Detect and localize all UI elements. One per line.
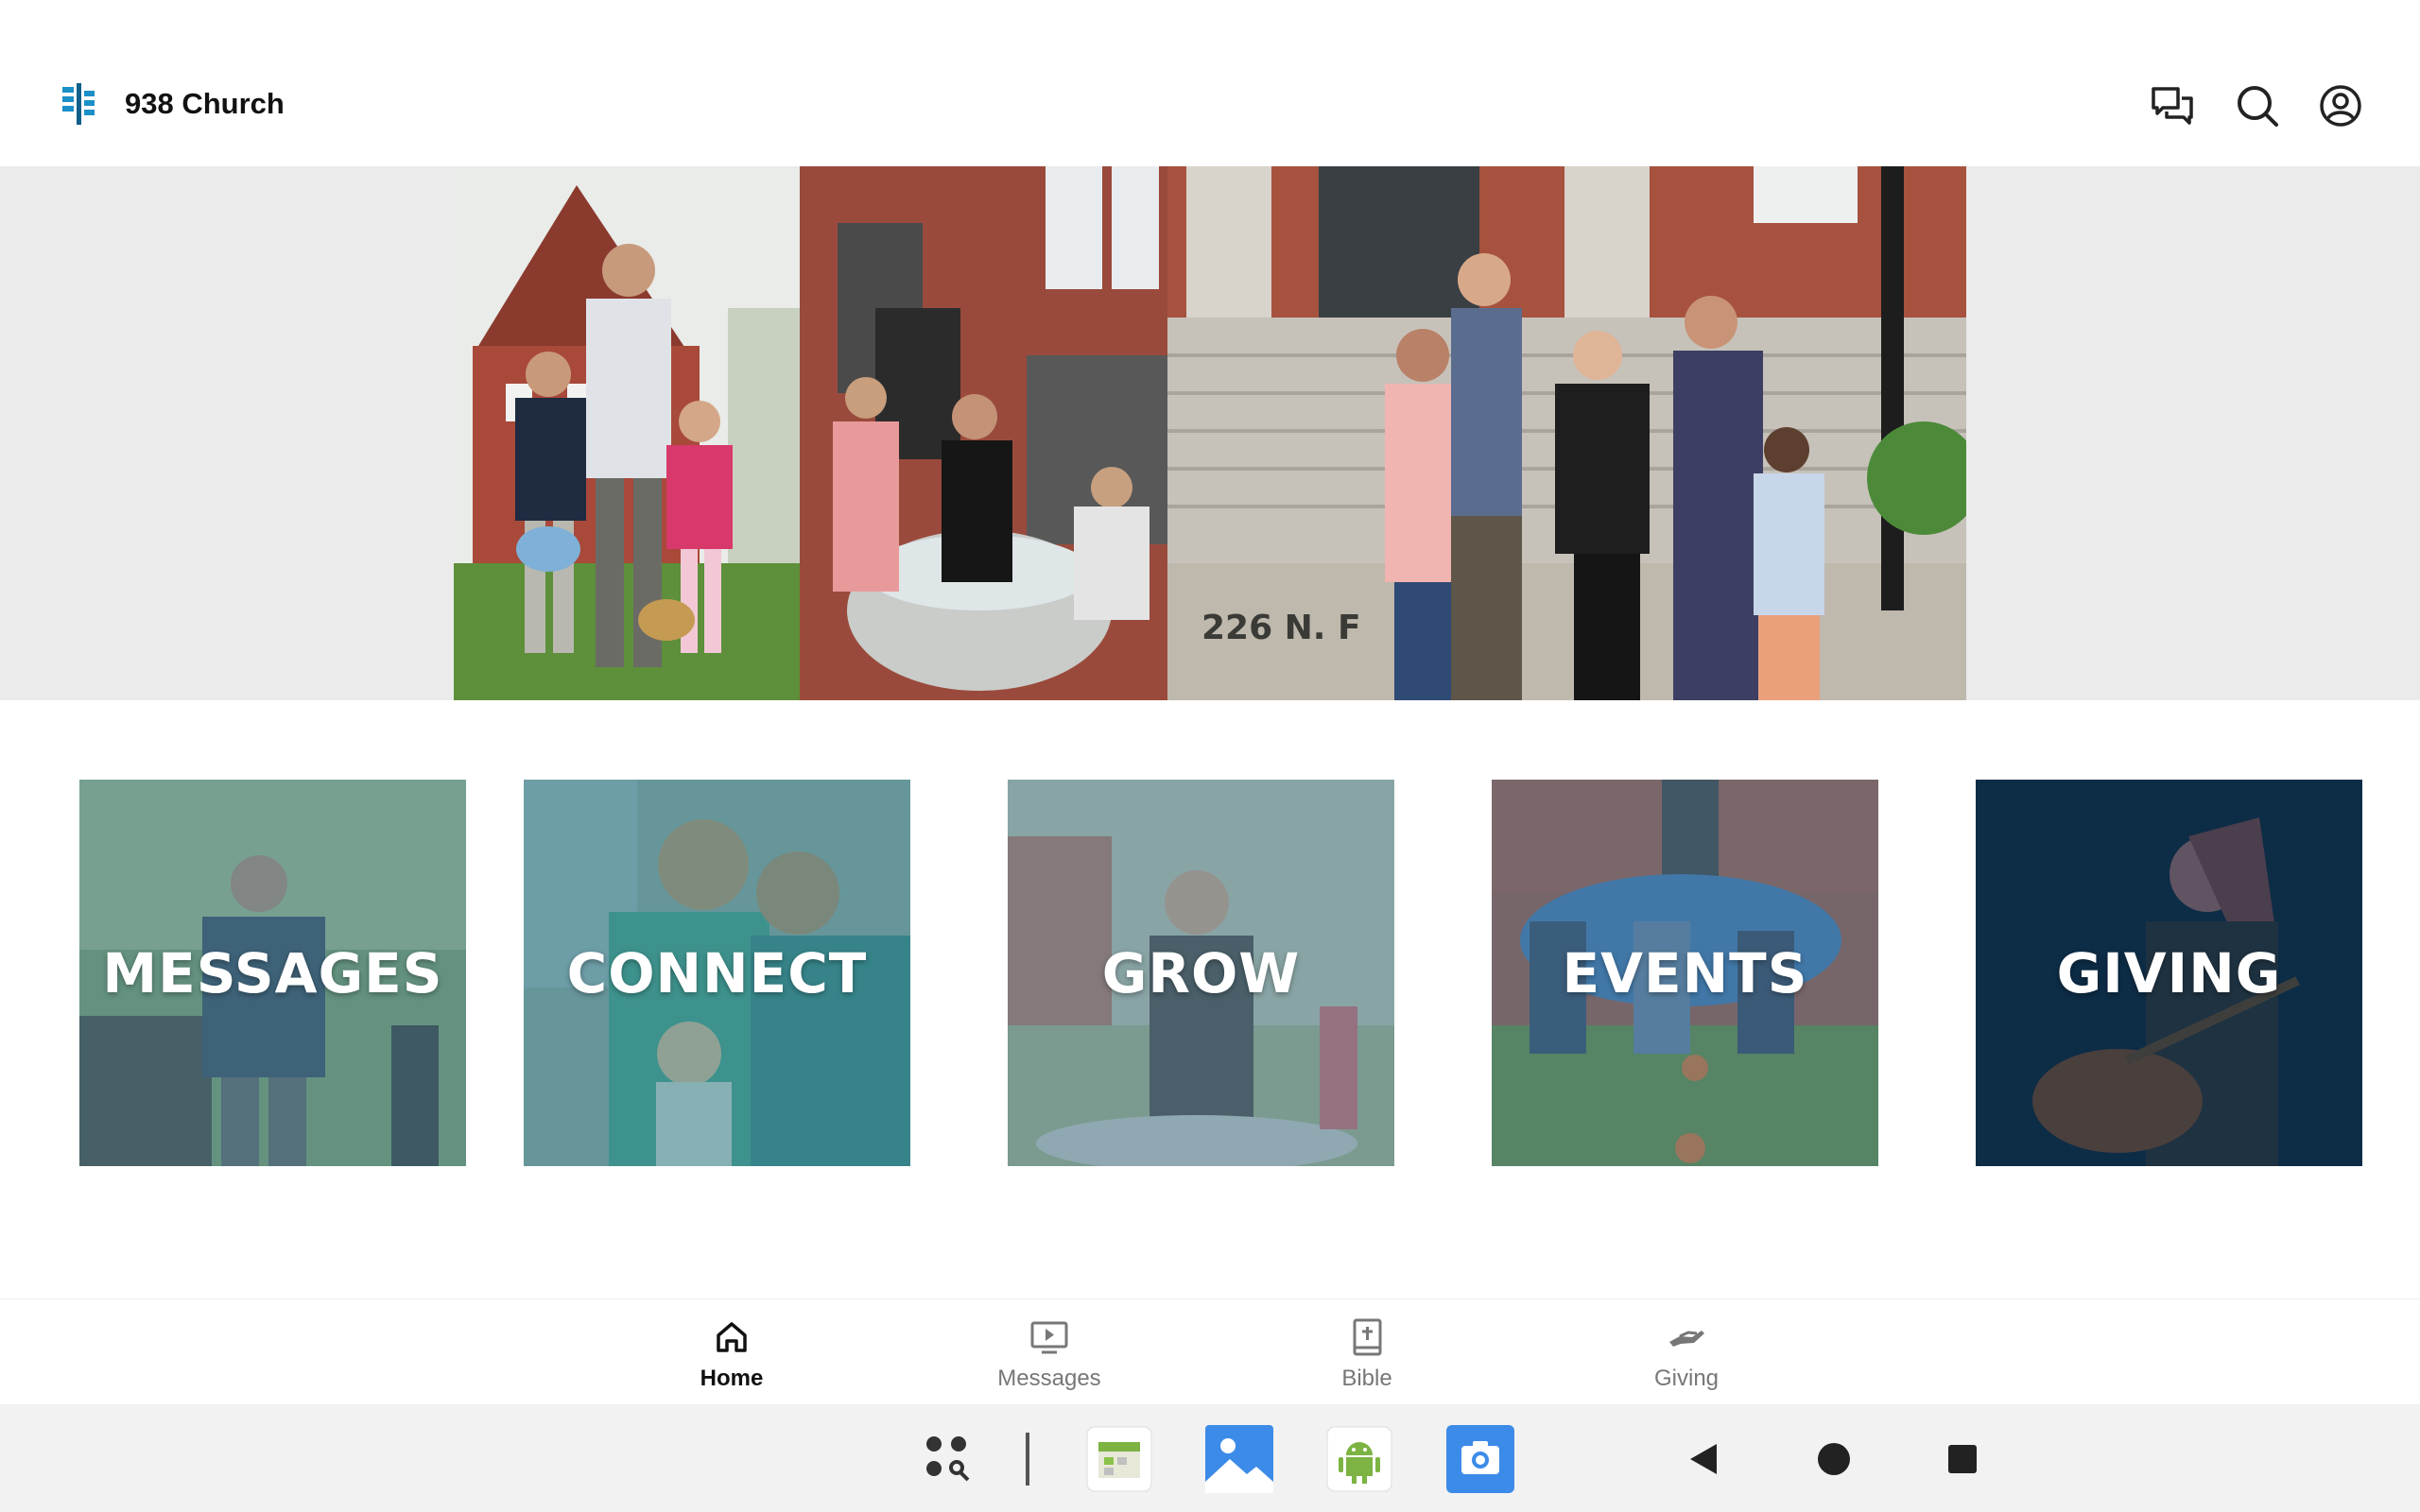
- gallery-app-icon[interactable]: [1205, 1425, 1273, 1493]
- android-app-icon[interactable]: [1325, 1425, 1393, 1493]
- tile-events[interactable]: EVENTS: [1492, 780, 1878, 1166]
- nav-bible-label: Bible: [1341, 1366, 1392, 1391]
- tile-messages[interactable]: MESSAGES: [79, 780, 466, 1166]
- nav-giving[interactable]: Giving: [1592, 1316, 1781, 1400]
- nav-messages[interactable]: Messages: [955, 1316, 1144, 1400]
- camera-app-icon[interactable]: [1446, 1425, 1514, 1493]
- nav-messages-label: Messages: [997, 1366, 1101, 1391]
- home-circle-icon[interactable]: [1817, 1442, 1851, 1476]
- app-drawer-search-icon[interactable]: [921, 1431, 977, 1487]
- app-header: 938 Church: [0, 0, 2420, 166]
- baptism-photo: [800, 166, 1167, 700]
- app-screen: 938 Church 226 N. F MESSAGES CONNECT GRO…: [0, 0, 2420, 1512]
- bottom-navigation: Home Messages Bible Giving: [0, 1298, 2420, 1404]
- easter-family-photo: [454, 166, 800, 700]
- church-steps-group-photo: 226 N. F: [1167, 166, 1966, 700]
- app-title: 938 Church: [125, 87, 285, 120]
- address-sign-text: 226 N. F: [1201, 609, 1361, 647]
- hero-banner: 226 N. F: [0, 166, 2420, 700]
- chat-icon[interactable]: [2148, 81, 2197, 130]
- church-logo-icon: [62, 83, 95, 125]
- recents-icon[interactable]: [1947, 1444, 1978, 1474]
- play-screen-icon: [1030, 1321, 1068, 1354]
- hero-photo-collage: 226 N. F: [454, 166, 1966, 700]
- giving-hand-icon: [1669, 1331, 1704, 1347]
- tile-giving[interactable]: GIVING: [1976, 780, 2362, 1166]
- search-icon[interactable]: [2233, 81, 2282, 130]
- tile-grow[interactable]: GROW: [1008, 780, 1394, 1166]
- bible-icon: [1353, 1318, 1382, 1356]
- tile-connect[interactable]: CONNECT: [524, 780, 910, 1166]
- nav-giving-label: Giving: [1653, 1366, 1720, 1391]
- nav-home[interactable]: Home: [637, 1316, 826, 1400]
- account-icon[interactable]: [2316, 81, 2365, 130]
- back-icon[interactable]: [1686, 1442, 1720, 1476]
- tile-giving-label: GIVING: [2056, 940, 2282, 1005]
- home-icon: [717, 1322, 747, 1352]
- tile-messages-label: MESSAGES: [102, 940, 443, 1005]
- taskbar-divider: [1026, 1433, 1029, 1486]
- nav-bible[interactable]: Bible: [1272, 1316, 1461, 1400]
- calendar-app-icon[interactable]: [1085, 1425, 1153, 1493]
- tile-connect-label: CONNECT: [566, 940, 868, 1005]
- nav-home-label: Home: [700, 1366, 764, 1391]
- tile-grow-label: GROW: [1101, 940, 1301, 1005]
- system-taskbar: [0, 1404, 2420, 1512]
- tile-events-label: EVENTS: [1562, 940, 1808, 1005]
